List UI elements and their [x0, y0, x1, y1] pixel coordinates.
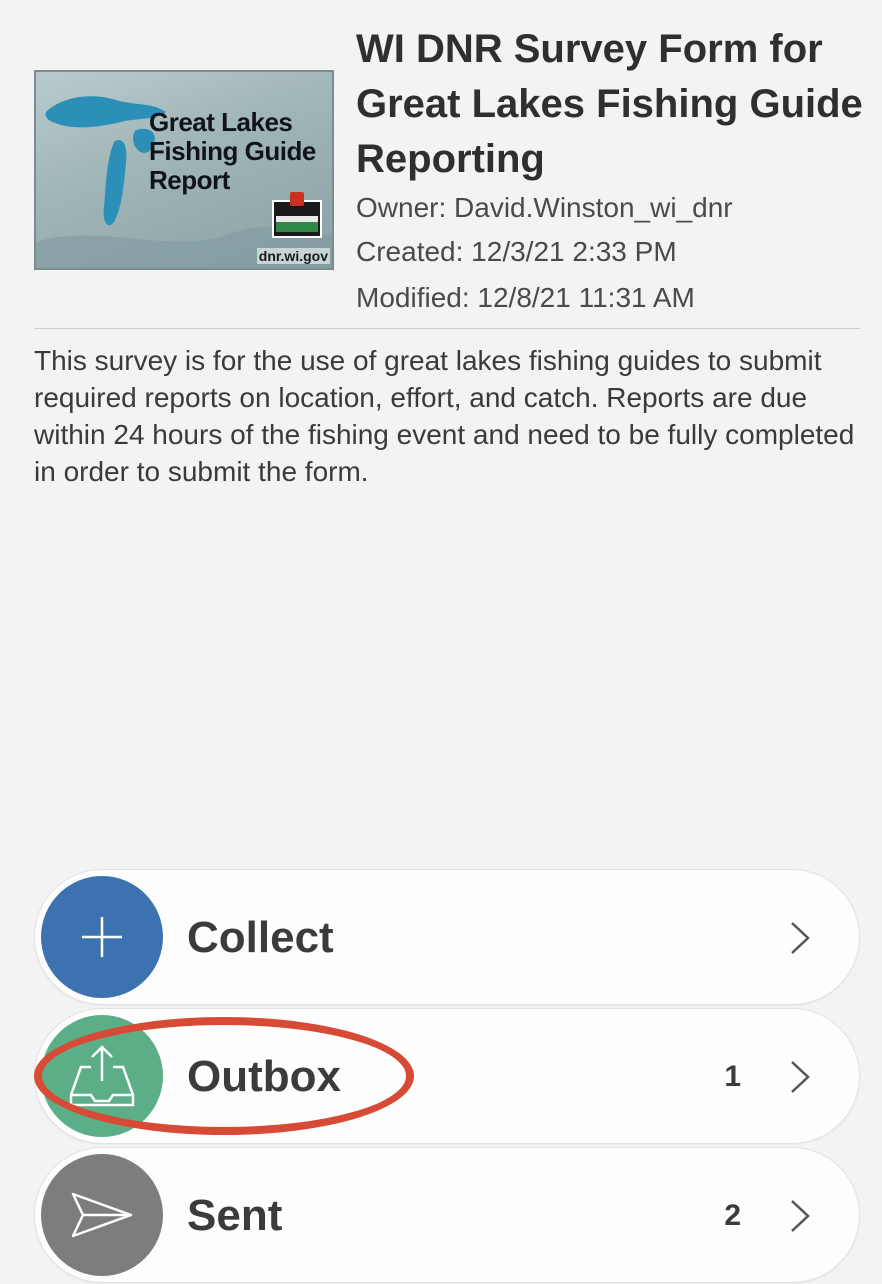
header-divider	[34, 328, 860, 329]
sent-count: 2	[724, 1199, 741, 1232]
wisconsin-dnr-logo-icon	[272, 192, 322, 238]
collect-button[interactable]: Collect	[34, 869, 860, 1005]
send-icon	[41, 1154, 163, 1276]
survey-description: This survey is for the use of great lake…	[34, 345, 855, 487]
survey-title: WI DNR Survey Form for Great Lakes Fishi…	[356, 27, 863, 181]
outbox-upload-icon	[41, 1015, 163, 1137]
thumbnail-title: Great Lakes Fishing Guide Report	[149, 107, 316, 195]
outbox-button[interactable]: Outbox 1	[34, 1008, 860, 1144]
survey-modified: Modified: 12/8/21 11:31 AM	[356, 282, 695, 313]
sent-button[interactable]: Sent 2	[34, 1147, 860, 1283]
thumbnail-site: dnr.wi.gov	[256, 248, 330, 264]
survey-thumbnail: Great Lakes Fishing Guide Report dnr.wi.…	[34, 70, 334, 270]
survey-header: Great Lakes Fishing Guide Report dnr.wi.…	[34, 22, 863, 322]
survey-created: Created: 12/3/21 2:33 PM	[356, 236, 677, 267]
survey-owner: Owner: David.Winston_wi_dnr	[356, 192, 733, 223]
chevron-right-icon	[791, 1200, 810, 1232]
outbox-label: Outbox	[187, 1052, 341, 1101]
outbox-count: 1	[724, 1060, 741, 1093]
collect-label: Collect	[187, 913, 334, 962]
sent-label: Sent	[187, 1191, 283, 1240]
chevron-right-icon	[791, 922, 810, 954]
chevron-right-icon	[791, 1061, 810, 1093]
plus-icon	[41, 876, 163, 998]
